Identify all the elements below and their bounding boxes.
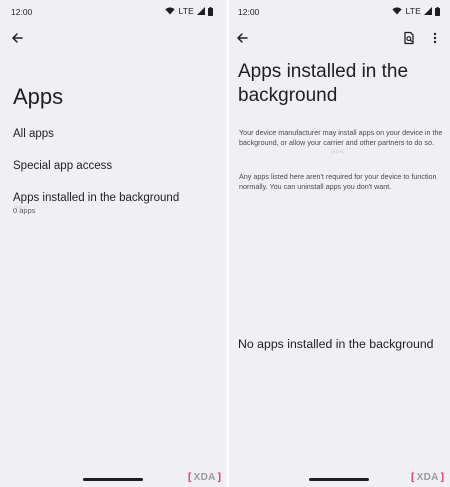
back-arrow-icon[interactable] [10,31,24,45]
battery-icon [435,6,440,16]
page-title: Apps [13,84,64,109]
logo-text: XDA [416,472,439,483]
logo-bracket-right: ] [440,472,445,483]
status-time: 12:00 [238,7,260,17]
comparison-screenshot: 12:00 LTE Apps All apps Special app acce… [0,0,450,487]
empty-state-message: No apps installed in the background [238,337,434,351]
menu-item-apps-installed-background[interactable]: Apps installed in the background [13,192,179,204]
background-apps-screen: 12:00 LTE Apps installed in the backgrou… [229,0,450,487]
apps-settings-screen: 12:00 LTE Apps All apps Special app acce… [0,0,226,487]
status-bar: 12:00 LTE [0,5,226,19]
signal-icon [424,7,432,15]
wifi-icon [165,7,176,15]
gesture-nav-bar[interactable] [309,478,369,481]
signal-icon [197,7,205,15]
xda-logo: [ XDA ] [188,472,221,483]
xda-logo: [ XDA ] [411,472,444,483]
menu-item-all-apps[interactable]: All apps [13,128,54,140]
network-type: LTE [405,6,421,16]
search-doc-icon[interactable] [402,31,416,45]
status-bar: 12:00 LTE [229,5,450,19]
description-paragraph: Your device manufacturer may install app… [239,128,443,148]
page-title: Apps installed in the background [238,61,409,106]
status-icons: LTE [165,6,213,16]
network-type: LTE [178,6,194,16]
logo-bracket-right: ] [217,472,222,483]
logo-bracket-left: [ [411,472,415,483]
menu-item-special-app-access[interactable]: Special app access [13,160,112,172]
status-icons: LTE [392,6,440,16]
watermark-text: [XDA] [331,149,344,154]
logo-bracket-left: [ [188,472,192,483]
back-arrow-icon[interactable] [235,31,249,45]
wifi-icon [392,7,403,15]
status-time: 12:00 [11,7,33,17]
description-paragraph: Any apps listed here aren't required for… [239,172,437,192]
battery-icon [208,6,213,16]
logo-text: XDA [193,472,216,483]
more-vert-icon[interactable] [428,31,442,45]
watermark-text: [XDA] [14,205,27,210]
gesture-nav-bar[interactable] [83,478,143,481]
